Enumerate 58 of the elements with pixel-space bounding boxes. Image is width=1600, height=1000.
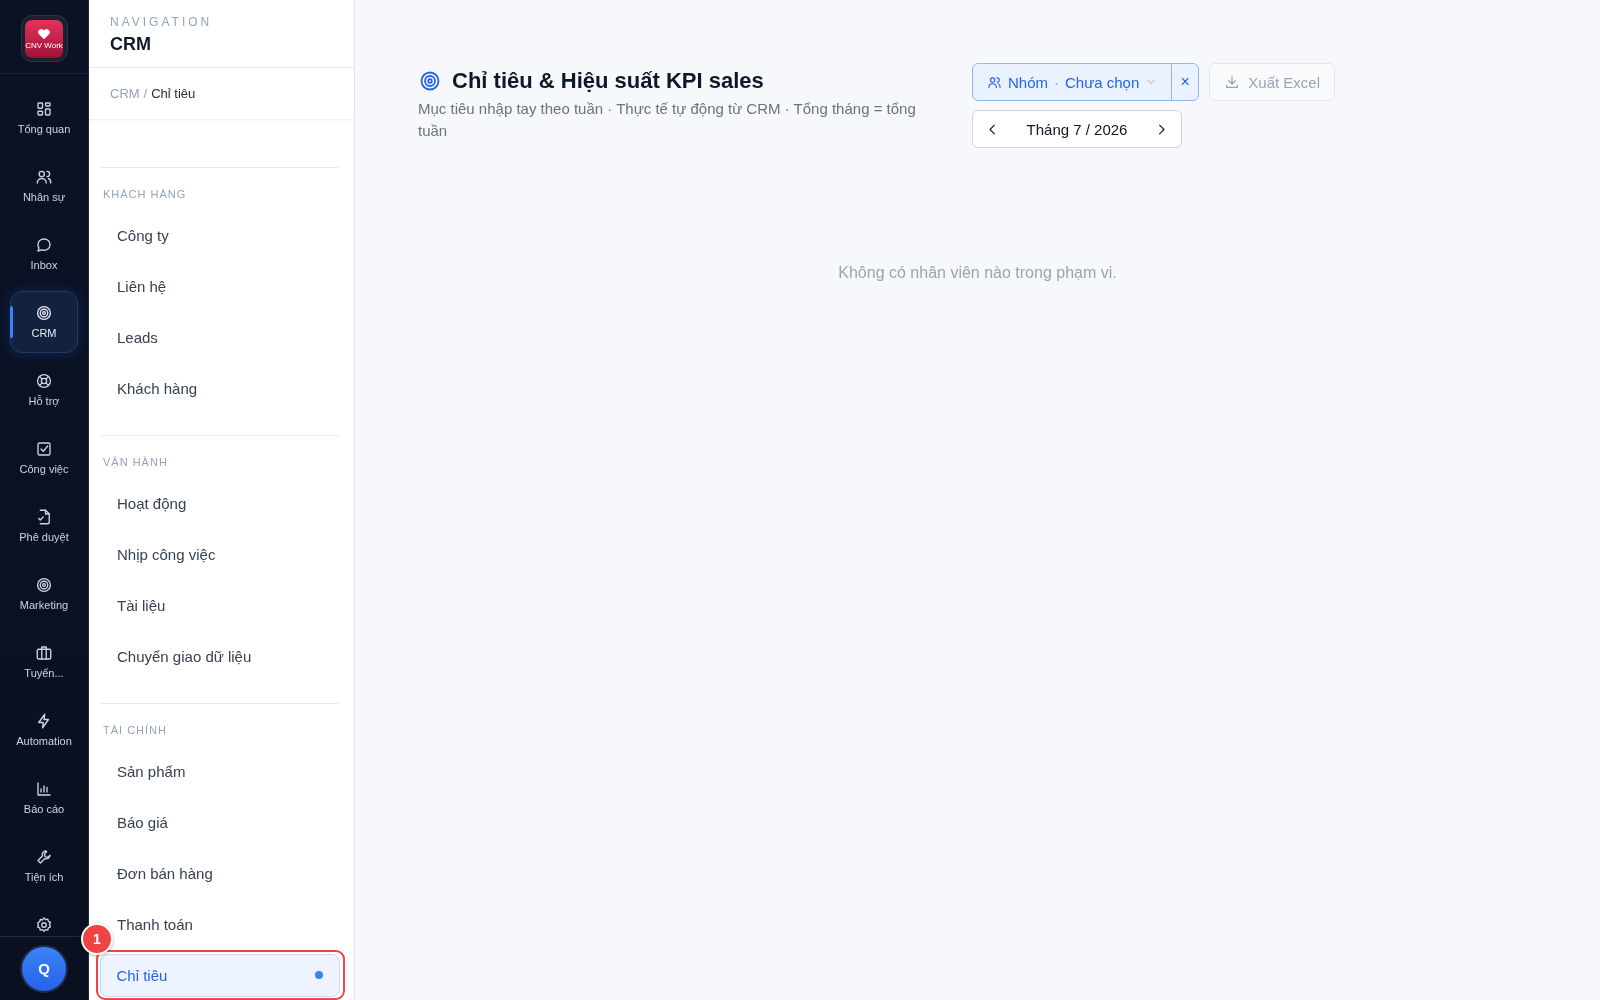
settings-icon — [35, 916, 53, 934]
clear-button[interactable]: × — [1171, 64, 1199, 100]
group-dropdown[interactable]: Nhóm · Chưa chọn — [973, 64, 1172, 100]
sidebar-nav-item[interactable]: Hoạt động — [116, 482, 188, 525]
section-heading: TÀI CHÍNH — [103, 723, 168, 738]
checkbox-icon — [35, 440, 53, 458]
section-heading: KHÁCH HÀNG — [103, 187, 188, 202]
sidebar-nav-item[interactable]: Đơn bán hàng — [116, 852, 214, 895]
page-title: Chỉ tiêu & Hiệu suất KPI sales — [452, 67, 764, 95]
sidebar-nav-item[interactable]: Công ty — [116, 214, 170, 257]
month-label: Tháng 7 / 2026 — [1026, 120, 1128, 138]
target-icon — [418, 69, 442, 93]
rail-nav-item[interactable]: Hỗ trợ — [10, 359, 78, 421]
sidebar-nav-item[interactable]: Thanh toán — [116, 903, 194, 946]
document-icon — [35, 508, 53, 526]
sidebar-nav-item[interactable]: Báo giá — [116, 801, 169, 844]
rail-nav-item[interactable]: Nhân sự — [10, 155, 78, 217]
dashboard-icon — [35, 100, 53, 118]
users-icon — [987, 74, 1002, 90]
sidebar-nav-item[interactable]: Chuyển giao dữ liệu — [116, 635, 253, 678]
page-subtitle: Mục tiêu nhập tay theo tuần · Thực tế tự động từ CRM · Tổng tháng = tổng tuần — [418, 99, 917, 141]
step-badge: 1 — [81, 923, 113, 955]
rail-nav-item[interactable]: CRM — [10, 291, 78, 353]
group-filter[interactable]: Nhóm · Chưa chọn × — [972, 63, 1200, 101]
download-icon — [1224, 74, 1241, 90]
empty-state-message: Không có nhân viên nào trong phạm vi. — [837, 263, 1118, 283]
sidebar-nav-item[interactable]: Nhịp công việc — [116, 533, 217, 576]
rail-nav-item[interactable]: Công việc — [10, 427, 78, 489]
breadcrumb-current: Chỉ tiêu — [151, 86, 196, 102]
user-avatar[interactable]: Q — [20, 944, 68, 993]
target-icon — [35, 304, 53, 322]
sidebar-nav-item[interactable]: Khách hàng — [116, 367, 199, 410]
users-icon — [35, 168, 53, 186]
sidebar-nav-item[interactable]: Chỉ tiêu — [99, 953, 340, 997]
sidebar-nav-item[interactable]: Tài liệu — [116, 584, 167, 627]
bar-chart-icon — [35, 780, 53, 798]
lifebuoy-icon — [35, 372, 53, 390]
rail-nav-item[interactable]: Automation — [10, 699, 78, 761]
breadcrumb-separator: / — [143, 86, 148, 102]
rail-nav-item[interactable]: Marketing — [10, 563, 78, 625]
rail-nav-item[interactable]: Báo cáo — [10, 767, 78, 829]
active-dot — [314, 971, 323, 979]
chat-icon — [35, 236, 53, 254]
briefcase-icon — [35, 644, 53, 662]
app-logo[interactable]: CNV Work — [20, 15, 68, 62]
navigation-label: NAVIGATION — [110, 14, 214, 30]
rail-nav-item[interactable]: Tuyển... — [10, 631, 78, 693]
section-heading: VẬN HÀNH — [103, 455, 169, 470]
sidebar-nav-item[interactable]: Liên hệ — [116, 265, 168, 308]
sidebar-nav-item[interactable]: Leads — [116, 316, 159, 359]
rail-nav-item[interactable]: Tiện ích — [10, 835, 78, 897]
target-icon — [35, 576, 53, 594]
rail-nav-item[interactable]: Tổng quan — [10, 87, 78, 149]
sidebar-title: CRM — [110, 33, 152, 56]
wrench-icon — [35, 848, 53, 866]
rail-nav-item[interactable]: Inbox — [10, 223, 78, 285]
rail-nav-item[interactable]: Phê duyệt — [10, 495, 78, 557]
sidebar-nav-item[interactable]: Sản phẩm — [116, 750, 187, 793]
